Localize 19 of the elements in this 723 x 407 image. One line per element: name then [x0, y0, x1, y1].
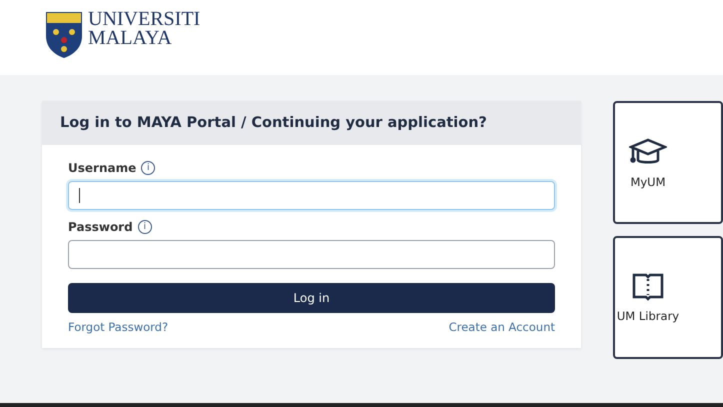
crest-icon [44, 10, 84, 60]
card-title: Log in to MAYA Portal / Continuing your application? [60, 115, 487, 131]
input-field[interactable] [68, 240, 555, 269]
book-icon [632, 272, 664, 300]
link[interactable]: Forgot Password? [68, 320, 168, 334]
field-label: Username [68, 161, 136, 175]
info-icon[interactable]: i [141, 161, 156, 175]
tile-label: UM Library [616, 308, 680, 322]
field-label: Password [68, 220, 133, 234]
shortcut-tile[interactable]: MyUM [613, 101, 723, 224]
graduation-cap-icon [629, 136, 667, 166]
input-field[interactable] [68, 181, 555, 210]
logo-text: UNIVERSITI [88, 10, 200, 29]
shortcut-tile[interactable]: UM Library [613, 236, 723, 359]
tile-label: MyUM [630, 174, 666, 188]
login-button[interactable]: Log in [68, 283, 555, 313]
logo-text: MALAYA [88, 29, 173, 48]
link[interactable]: Create an Account [448, 320, 555, 334]
info-icon[interactable]: i [138, 220, 152, 234]
